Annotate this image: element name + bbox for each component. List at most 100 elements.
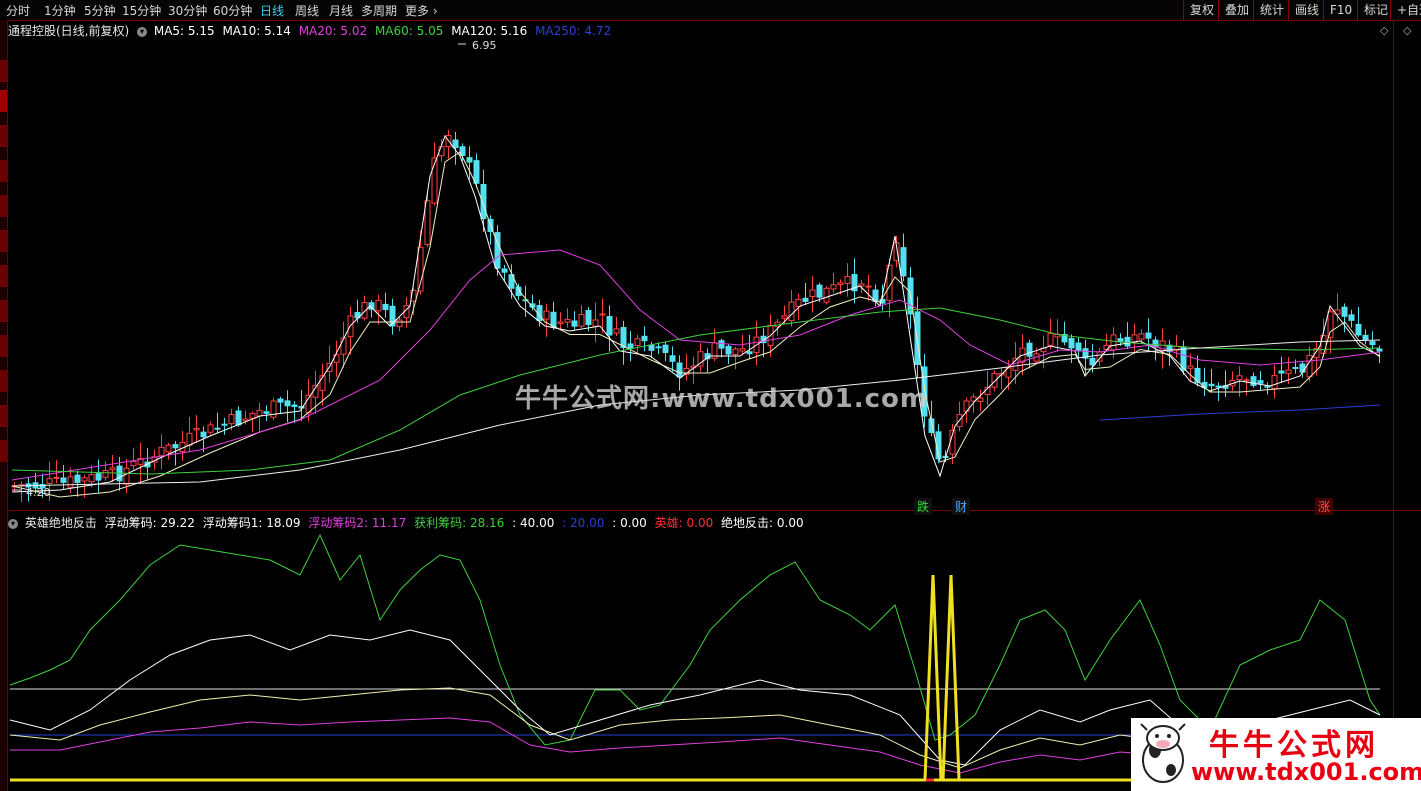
candle-body [277, 398, 284, 403]
candlestick-series [11, 129, 1383, 502]
candle-body [802, 297, 809, 302]
candle-body [788, 301, 795, 322]
candle-body [263, 411, 270, 414]
candle-body [1110, 334, 1117, 351]
candle-body [585, 309, 592, 325]
signal-marker-fall[interactable]: 跌 [914, 498, 933, 515]
candle-body [1131, 334, 1138, 343]
candle-body [550, 311, 557, 328]
candle-body [781, 315, 788, 319]
candle-body [340, 337, 347, 355]
candle-body [1299, 363, 1306, 373]
candle-body [599, 313, 606, 316]
candle-body [865, 285, 872, 288]
candle-body [543, 310, 550, 320]
candle-body [235, 410, 242, 426]
candle-body [81, 477, 88, 482]
candle-body [816, 284, 823, 298]
candle-body [557, 321, 564, 324]
candle-body [1292, 366, 1299, 369]
signal-marker-finance[interactable]: 财 [952, 498, 971, 515]
candle-body [606, 316, 613, 336]
candle-body [186, 432, 193, 446]
candle-body [900, 247, 907, 277]
candle-body [382, 303, 389, 310]
candle-body [501, 268, 508, 273]
candle-body [172, 444, 179, 449]
candle-body [1369, 341, 1376, 346]
candle-body [1124, 336, 1131, 347]
candle-body [613, 328, 620, 334]
candle-body [1376, 348, 1383, 352]
cow-mascot-icon [1140, 723, 1186, 783]
candle-body [746, 351, 753, 355]
candle-body [1257, 380, 1264, 384]
candle-body [837, 282, 844, 285]
watermark-text: 牛牛公式网:www.tdx001.com [515, 384, 928, 414]
candle-body [634, 338, 641, 347]
candle-body [1236, 375, 1243, 381]
candle-body [725, 345, 732, 355]
candle-body [284, 400, 291, 407]
candle-body [74, 474, 81, 483]
candle-body [1278, 370, 1285, 374]
candle-body [1145, 332, 1152, 339]
candle-body [1047, 332, 1054, 346]
candle-body [1271, 375, 1278, 389]
high-price-value: 6.95 [472, 39, 497, 52]
candle-body [60, 477, 67, 483]
candle-body [1355, 323, 1362, 336]
candle-body [130, 461, 137, 467]
candle-body [1208, 383, 1215, 387]
candle-body [739, 348, 746, 352]
candle-body [375, 299, 382, 312]
signal-marker-rise[interactable]: 涨 [1315, 498, 1334, 515]
candle-body [347, 315, 354, 338]
low-price-value: 4.20 [26, 486, 51, 499]
candle-body [1068, 337, 1075, 349]
candle-body [249, 413, 256, 419]
high-price-label: 6.95 [472, 39, 497, 52]
candle-body [1089, 357, 1096, 366]
candle-body [1285, 369, 1292, 374]
candle-body [627, 343, 634, 349]
candle-body [1327, 311, 1334, 338]
candle-body [620, 327, 627, 349]
candle-body [1341, 306, 1348, 317]
candle-body [123, 467, 130, 485]
candle-body [242, 418, 249, 422]
candle-body [256, 409, 263, 417]
candle-body [1250, 376, 1257, 386]
candle-body [207, 424, 214, 433]
low-price-label: 4.20 [26, 486, 51, 499]
candle-body [830, 284, 837, 290]
ma250-line [1099, 404, 1381, 421]
candle-body [1194, 367, 1201, 383]
candle-body [424, 200, 431, 245]
candle-body [221, 423, 228, 426]
candle-body [102, 470, 109, 478]
candle-body [452, 139, 459, 149]
candle-body [396, 319, 403, 328]
candle-body [648, 344, 655, 351]
candle-body [1348, 314, 1355, 321]
candle-body [1187, 365, 1194, 369]
candle-body [732, 348, 739, 356]
candle-body [1117, 338, 1124, 343]
candle-body [1215, 385, 1222, 388]
candle-body [473, 160, 480, 184]
candle-body [669, 355, 676, 362]
candle-body [1026, 342, 1033, 357]
candle-body [228, 414, 235, 425]
candle-body [823, 287, 830, 303]
candle-body [641, 335, 648, 342]
candle-body [165, 444, 172, 453]
candle-body [578, 314, 585, 327]
candle-body [718, 340, 725, 349]
candle-body [193, 427, 200, 431]
candle-body [1075, 342, 1082, 352]
candle-body [809, 289, 816, 298]
candle-body [466, 157, 473, 163]
candle-body [676, 362, 683, 378]
site-logo: 牛牛公式网 www.tdx001.com [1131, 718, 1421, 791]
